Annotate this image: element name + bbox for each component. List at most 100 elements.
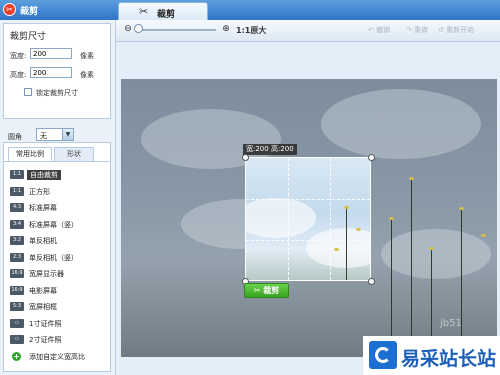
watermark-logo-icon: [369, 341, 397, 369]
photo-image: 宽:200 高:200 ✂ 裁剪: [121, 79, 497, 357]
grid-line: [330, 158, 331, 280]
add-icon: +: [12, 351, 21, 361]
width-unit: 像素: [80, 52, 94, 60]
watermark-text: 易采站长站: [401, 348, 497, 370]
ratio-icon: 1:1: [10, 186, 24, 196]
watermark-faint: jb51: [440, 318, 462, 329]
ratio-item-label: 自由裁剪: [27, 170, 61, 180]
resize-handle-bottom-right[interactable]: [368, 278, 375, 285]
lock-size-label: 锁定裁剪尺寸: [36, 89, 78, 97]
flower-bud: [334, 248, 339, 251]
grid-line: [246, 199, 370, 200]
ratio-icon: 16:9: [10, 285, 24, 295]
tab-crop[interactable]: ✂ 裁剪: [118, 2, 208, 20]
ratio-item-label: 正方形: [29, 187, 50, 196]
ratio-item-label: 单反相机: [29, 237, 57, 245]
title-bar: ✂ 裁剪 ✂ 裁剪: [0, 0, 500, 20]
flower-bud: [344, 206, 349, 209]
tab-shape[interactable]: 形状: [54, 147, 94, 161]
tab-divider: [4, 161, 110, 162]
ratio-item-label: 1寸证件照: [29, 319, 62, 328]
ratio-item[interactable]: 1:1 正方形: [10, 186, 106, 197]
ratio-item[interactable]: + 添加自定义宽高比: [10, 351, 106, 362]
ratio-item[interactable]: 16:9 电影屏幕: [10, 285, 106, 296]
watermark: 易采站长站: [363, 336, 500, 375]
id-photo-icon: ▭: [10, 318, 24, 328]
flower-bud: [409, 177, 414, 180]
undo-icon: ↶: [368, 26, 374, 34]
flower-bud: [459, 207, 464, 210]
zoom-slider[interactable]: [136, 29, 216, 31]
ratio-item-label: 标准屏幕（竖）: [29, 220, 78, 229]
grid-line: [246, 240, 370, 241]
lock-size-checkbox[interactable]: [24, 88, 32, 96]
crop-selection[interactable]: [245, 157, 371, 281]
toolbar: ⊖ ⊕ 1:1原大 ↶ 撤销 ↷ 重做 ↺ 重新开始: [116, 20, 500, 42]
ratio-item-label: 电影屏幕: [29, 286, 57, 295]
ratio-item[interactable]: ▭ 1寸证件照: [10, 318, 106, 329]
tab-crop-label: 裁剪: [157, 10, 176, 20]
resize-handle-top-left[interactable]: [242, 154, 249, 161]
ratio-item-label: 宽屏相框: [29, 303, 57, 311]
ratio-item-label: 添加自定义宽高比: [29, 352, 85, 361]
ratio-item[interactable]: 3:4 标准屏幕（竖）: [10, 219, 106, 230]
ratio-item[interactable]: 3:2 单反相机: [10, 235, 106, 246]
zoom-in-icon[interactable]: ⊕: [220, 23, 232, 35]
left-panel: 裁剪尺寸 宽度: 像素 高度: 像素 锁定裁剪尺寸 圆角 无 ▼ 常用比例 形状…: [0, 20, 116, 375]
ratio-icon: 5:3: [10, 302, 24, 311]
tab-common-ratio[interactable]: 常用比例: [8, 147, 52, 161]
ratio-item[interactable]: 1:1 自由裁剪: [10, 169, 106, 180]
redo-icon: ↷: [406, 26, 412, 34]
id-photo-icon: ▭: [10, 335, 24, 344]
flower-stem: [461, 209, 462, 357]
actual-size-button[interactable]: 1:1原大: [236, 25, 266, 36]
ratio-item-label: 标准屏幕: [29, 204, 57, 212]
flower-stem: [411, 179, 412, 357]
corner-label: 圆角: [8, 133, 22, 141]
crop-dimension-label: 宽:200 高:200: [243, 144, 297, 155]
flower-bud: [356, 228, 361, 231]
grid-line: [288, 158, 289, 280]
zoom-slider-thumb[interactable]: [134, 24, 143, 33]
restart-button[interactable]: ↺ 重新开始: [438, 25, 474, 35]
crop-button[interactable]: ✂ 裁剪: [244, 283, 289, 298]
restart-label: 重新开始: [446, 26, 475, 34]
height-field[interactable]: [30, 67, 72, 78]
ratio-item-label: 宽屏显示器: [29, 270, 64, 278]
ratio-item[interactable]: 2:3 单反相机（竖）: [10, 252, 106, 263]
redo-button[interactable]: ↷ 重做: [406, 25, 428, 35]
zoom-out-icon[interactable]: ⊖: [122, 23, 134, 35]
height-label: 高度:: [10, 71, 27, 79]
chevron-down-icon[interactable]: ▼: [62, 129, 73, 140]
scissors-icon: ✂: [139, 5, 149, 18]
cloud: [321, 89, 481, 159]
ratio-icon: 3:2: [10, 236, 24, 245]
flower-bud: [429, 247, 434, 250]
flower-bud: [389, 217, 394, 220]
crop-button-label: 裁剪: [263, 286, 280, 295]
undo-button[interactable]: ↶ 撤销: [368, 25, 390, 35]
redo-label: 重做: [414, 26, 429, 34]
crop-size-title: 裁剪尺寸: [10, 32, 47, 42]
resize-handle-top-right[interactable]: [368, 154, 375, 161]
height-unit: 像素: [80, 71, 94, 79]
scissors-icon: ✂: [253, 286, 261, 295]
ratio-icon: 2:3: [10, 252, 24, 262]
ratio-item[interactable]: ▭ 2寸证件照: [10, 334, 106, 345]
ratio-icon: 3:4: [10, 219, 24, 229]
window-title: 裁剪: [20, 7, 39, 17]
ratio-item[interactable]: 5:3 宽屏相框: [10, 301, 106, 312]
corner-select[interactable]: 无 ▼: [36, 128, 74, 141]
ratio-icon: 16:9: [10, 269, 24, 278]
cloud: [381, 229, 491, 279]
ratio-icon: 1:1: [10, 170, 24, 179]
restart-icon: ↺: [438, 26, 444, 34]
app-logo-icon: ✂: [3, 3, 16, 16]
width-field[interactable]: [30, 48, 72, 59]
ratio-item[interactable]: 16:9 宽屏显示器: [10, 268, 106, 279]
ratio-icon: 4:3: [10, 203, 24, 212]
width-label: 宽度:: [10, 52, 27, 60]
ratio-item-label: 单反相机（竖）: [29, 253, 78, 262]
ratio-panel: 常用比例 形状 1:1 自由裁剪 1:1 正方形 4:3 标准屏幕 3:4 标准屏幕（竖） 3:…: [3, 142, 111, 372]
ratio-item[interactable]: 4:3 标准屏幕: [10, 202, 106, 213]
